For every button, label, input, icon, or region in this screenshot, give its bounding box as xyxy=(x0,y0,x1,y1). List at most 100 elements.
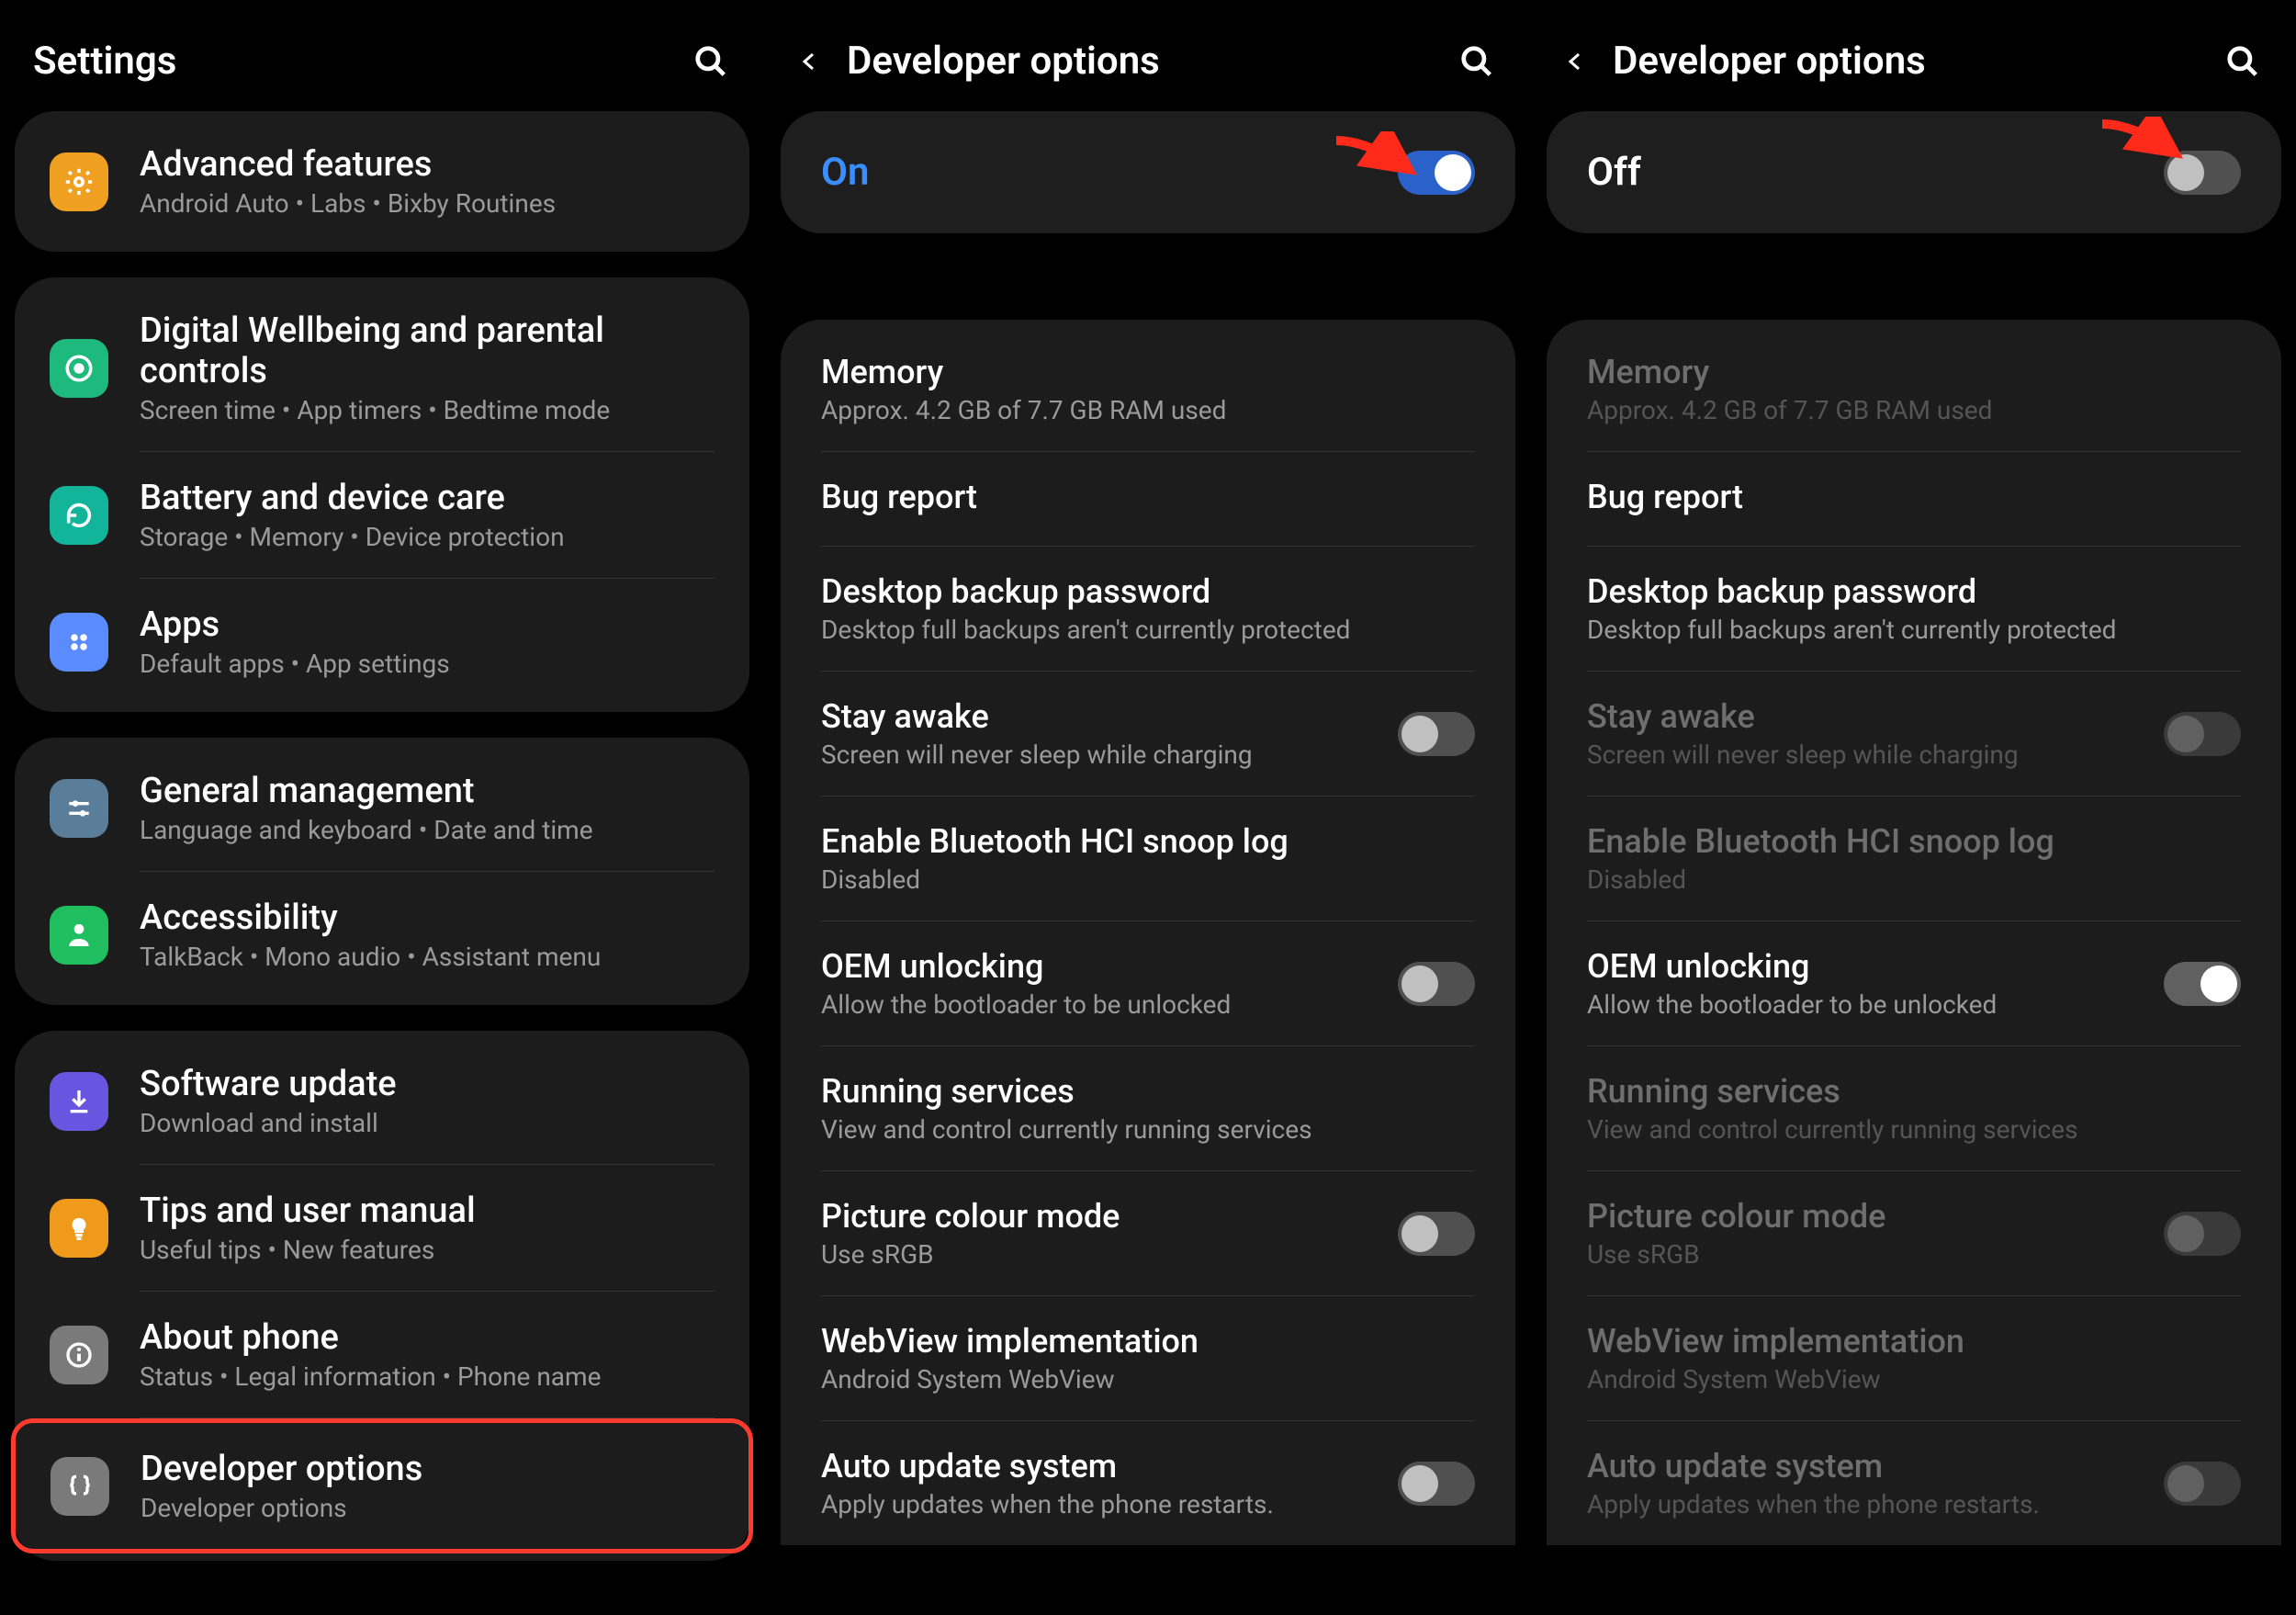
settings-item[interactable]: Advanced featuresAndroid Auto • Labs • B… xyxy=(15,119,749,244)
toggle-switch-icon xyxy=(2164,1462,2241,1506)
settings-item[interactable]: Digital Wellbeing and parental controlsS… xyxy=(15,285,749,451)
toggle-switch-icon[interactable] xyxy=(1398,712,1475,756)
master-toggle-on[interactable]: On xyxy=(781,111,1515,233)
devopts-item-text: OEM unlockingAllow the bootloader to be … xyxy=(821,947,1398,1020)
info-icon xyxy=(50,1326,108,1384)
devopts-item[interactable]: OEM unlockingAllow the bootloader to be … xyxy=(781,921,1515,1045)
devopts-item-text: Running servicesView and control current… xyxy=(1587,1072,2241,1145)
settings-item-text: Battery and device care Storage • Memory … xyxy=(140,478,715,552)
devopts-item-title: Running services xyxy=(1587,1072,2241,1111)
devopts-on-panel: Developer options On MemoryApprox. 4.2 G… xyxy=(764,0,1530,1615)
settings-item-title: Software update xyxy=(140,1064,715,1104)
settings-item[interactable]: Developer optionsDeveloper options xyxy=(16,1423,748,1549)
settings-item-text: Software updateDownload and install xyxy=(140,1064,715,1138)
settings-item-title: Advanced features xyxy=(140,144,715,185)
devopts-item-subtitle: Apply updates when the phone restarts. xyxy=(1587,1489,2164,1519)
settings-item-title: Tips and user manual xyxy=(140,1191,715,1231)
devopts-item-title: Stay awake xyxy=(821,697,1398,736)
devopts-item-subtitle: Android System WebView xyxy=(821,1364,1475,1395)
devopts-item-title: Enable Bluetooth HCI snoop log xyxy=(821,822,1475,861)
gear-icon xyxy=(50,152,108,211)
settings-item-text: About phoneStatus • Legal information • … xyxy=(140,1317,715,1392)
settings-item[interactable]: Battery and device care Storage • Memory … xyxy=(15,452,749,578)
devopts-item-text: WebView implementationAndroid System Web… xyxy=(821,1322,1475,1395)
devopts-item-subtitle: Apply updates when the phone restarts. xyxy=(821,1489,1398,1519)
settings-item[interactable]: Software updateDownload and install xyxy=(15,1038,749,1164)
settings-item-text: Digital Wellbeing and parental controlsS… xyxy=(140,311,715,425)
devopts-item[interactable]: Auto update systemApply updates when the… xyxy=(781,1421,1515,1545)
toggle-switch-icon[interactable] xyxy=(1398,151,1475,195)
settings-item[interactable]: AppsDefault apps • App settings xyxy=(15,579,749,705)
devopts-item-text: WebView implementationAndroid System Web… xyxy=(1587,1322,2241,1395)
devopts-item[interactable]: Memory Approx. 4.2 GB of 7.7 GB RAM used xyxy=(781,327,1515,451)
settings-item[interactable]: General managementLanguage and keyboard … xyxy=(15,745,749,871)
devopts-item[interactable]: Stay awake Screen will never sleep while … xyxy=(781,672,1515,796)
devopts-item-title: Memory xyxy=(821,353,1475,391)
settings-item-subtitle: Useful tips • New features xyxy=(140,1235,715,1265)
devopts-item[interactable]: Bug report xyxy=(781,452,1515,546)
devopts-item-text: Desktop backup passwordDesktop full back… xyxy=(1587,572,2241,645)
master-toggle-off[interactable]: Off xyxy=(1547,111,2281,233)
settings-item-text: Advanced featuresAndroid Auto • Labs • B… xyxy=(140,144,715,219)
devopts-item: MemoryApprox. 4.2 GB of 7.7 GB RAM used xyxy=(1547,327,2281,451)
back-icon[interactable] xyxy=(1565,43,1587,80)
devopts-item-title: Bug report xyxy=(1587,478,2241,516)
settings-item-subtitle: Storage • Memory • Device protection xyxy=(140,522,715,552)
master-toggle-label: On xyxy=(821,150,869,195)
devopts-item-subtitle: Use sRGB xyxy=(1587,1239,2164,1270)
devopts-item-subtitle: Screen will never sleep while charging xyxy=(821,740,1398,770)
search-icon[interactable] xyxy=(2223,41,2263,82)
toggle-switch-icon[interactable] xyxy=(1398,1212,1475,1256)
toggle-switch-icon[interactable] xyxy=(1398,962,1475,1006)
devopts-item-title: Desktop backup password xyxy=(821,572,1475,611)
devopts-item[interactable]: Enable Bluetooth HCI snoop logDisabled xyxy=(781,796,1515,920)
toggle-switch-icon xyxy=(2164,712,2241,756)
devopts-item-text: Stay awake Screen will never sleep while … xyxy=(821,697,1398,770)
settings-item-title: Developer options xyxy=(141,1449,714,1489)
devopts-item[interactable]: Running servicesView and control current… xyxy=(781,1046,1515,1170)
devopts-item-title: Enable Bluetooth HCI snoop log xyxy=(1587,822,2241,861)
devopts-item: Stay awakeScreen will never sleep while … xyxy=(1547,672,2281,796)
devopts-item[interactable]: Bug report xyxy=(1547,452,2281,546)
settings-item[interactable]: About phoneStatus • Legal information • … xyxy=(15,1292,749,1417)
devopts-item-subtitle: Approx. 4.2 GB of 7.7 GB RAM used xyxy=(821,395,1475,425)
settings-item[interactable]: AccessibilityTalkBack • Mono audio • Ass… xyxy=(15,872,749,998)
settings-item-text: Developer optionsDeveloper options xyxy=(141,1449,714,1523)
search-icon[interactable] xyxy=(691,41,731,82)
circle-target-icon xyxy=(50,339,108,398)
devopts-item-subtitle: Allow the bootloader to be unlocked xyxy=(821,989,1398,1020)
toggle-switch-icon[interactable] xyxy=(2164,962,2241,1006)
back-icon[interactable] xyxy=(799,43,821,80)
settings-item[interactable]: Tips and user manual Useful tips • New fe… xyxy=(15,1165,749,1291)
devopts-item-text: Desktop backup passwordDesktop full back… xyxy=(821,572,1475,645)
search-icon[interactable] xyxy=(1457,41,1497,82)
braces-icon xyxy=(51,1457,109,1516)
toggle-switch-icon[interactable] xyxy=(2164,151,2241,195)
toggle-switch-icon[interactable] xyxy=(1398,1462,1475,1506)
devopts-item[interactable]: Picture colour modeUse sRGB xyxy=(781,1171,1515,1295)
devopts-item[interactable]: OEM unlockingAllow the bootloader to be … xyxy=(1547,921,2281,1045)
devopts-item-subtitle: Screen will never sleep while charging xyxy=(1587,740,2164,770)
settings-group: Digital Wellbeing and parental controlsS… xyxy=(15,277,749,712)
devopts-item: Auto update system Apply updates when the… xyxy=(1547,1421,2281,1545)
devopts-item-text: Enable Bluetooth HCI snoop logDisabled xyxy=(821,822,1475,895)
settings-item-text: General managementLanguage and keyboard … xyxy=(140,771,715,845)
settings-group: Advanced featuresAndroid Auto • Labs • B… xyxy=(15,111,749,252)
devopts-item[interactable]: Desktop backup passwordDesktop full back… xyxy=(781,547,1515,671)
settings-item-text: AccessibilityTalkBack • Mono audio • Ass… xyxy=(140,898,715,972)
settings-list: Advanced featuresAndroid Auto • Labs • B… xyxy=(15,111,749,1561)
settings-title: Settings xyxy=(33,39,691,84)
grid4-icon xyxy=(50,613,108,672)
devopts-item[interactable]: WebView implementationAndroid System Web… xyxy=(781,1296,1515,1420)
devopts-item-text: Auto update system Apply updates when the… xyxy=(1587,1447,2164,1519)
devopts-item-title: Auto update system xyxy=(1587,1447,2164,1485)
settings-item-subtitle: Status • Legal information • Phone name xyxy=(140,1361,715,1392)
refresh-icon xyxy=(50,486,108,545)
sliders-icon xyxy=(50,779,108,838)
person-icon xyxy=(50,906,108,965)
devopts-item-text: Auto update systemApply updates when the… xyxy=(821,1447,1398,1519)
devopts-item[interactable]: Desktop backup passwordDesktop full back… xyxy=(1547,547,2281,671)
settings-item-text: AppsDefault apps • App settings xyxy=(140,604,715,679)
settings-item-title: Battery and device care xyxy=(140,478,715,518)
devopts-item-title: WebView implementation xyxy=(821,1322,1475,1361)
